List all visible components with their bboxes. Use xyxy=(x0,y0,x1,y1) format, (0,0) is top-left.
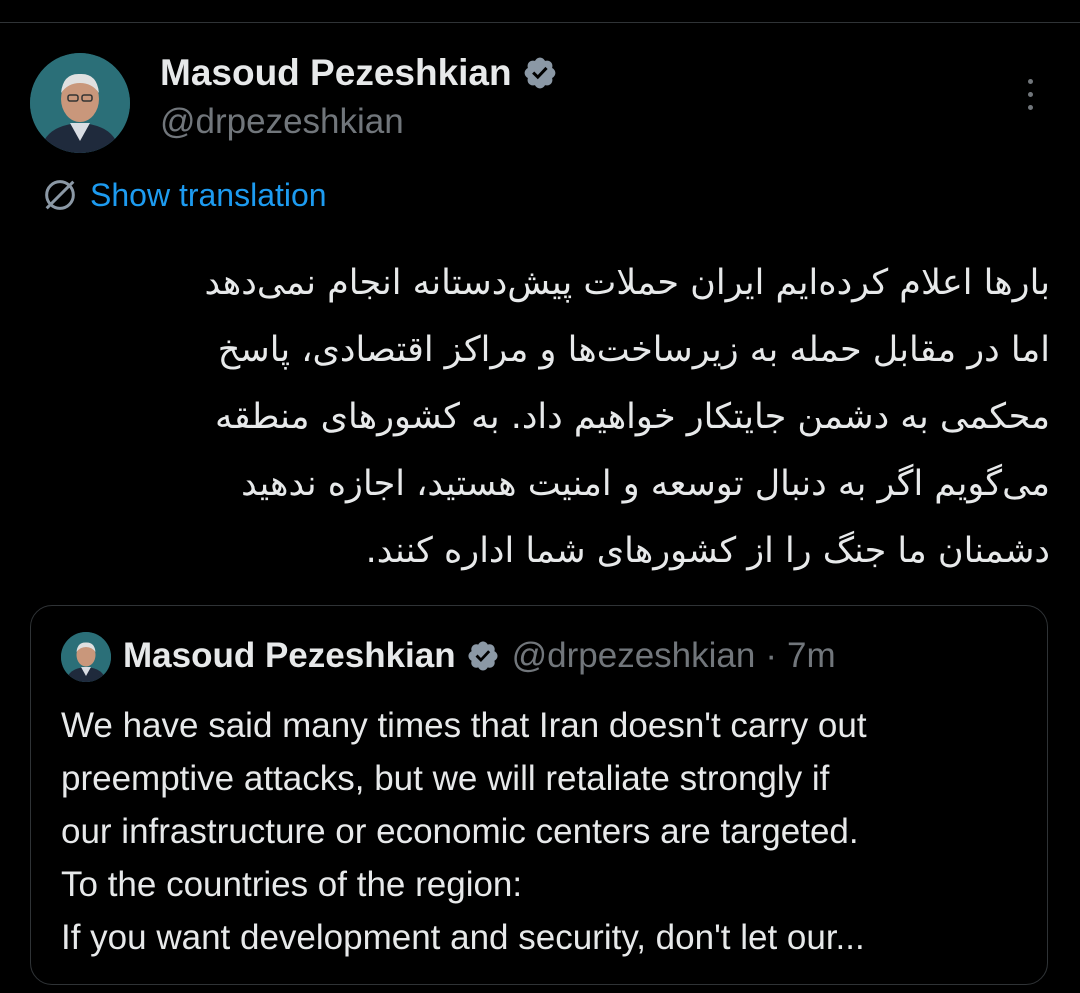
author-handle[interactable]: @drpezeshkian xyxy=(160,102,404,142)
verified-badge-icon xyxy=(524,57,555,89)
post-text-line: دشمنان ما جنگ را از کشورهای شما اداره کن… xyxy=(365,531,1050,571)
avatar-portrait xyxy=(30,53,130,153)
show-translation-button[interactable]: Show translation xyxy=(40,175,327,215)
top-divider xyxy=(0,0,1080,23)
verified-badge-icon xyxy=(468,641,498,671)
post-text-line: بارها اعلام کرده‌ایم ایران حملات پیش‌دست… xyxy=(204,263,1050,303)
quoted-post-header: Masoud Pezeshkian @drpezeshkian · 7m xyxy=(123,636,836,676)
post-text: بارها اعلام کرده‌ایم ایران حملات پیش‌دست… xyxy=(40,250,1050,585)
quoted-text-line: preemptive attacks, but we will retaliat… xyxy=(61,759,830,798)
quoted-author-handle[interactable]: @drpezeshkian xyxy=(512,636,756,676)
post-text-line: محکمی به دشمن جایتکار خواهیم داد. به کشو… xyxy=(214,397,1050,437)
quoted-post-card[interactable]: Masoud Pezeshkian @drpezeshkian · 7m We … xyxy=(30,605,1048,985)
quoted-text-line: To the countries of the region: xyxy=(61,865,523,904)
quoted-text-line: our infrastructure or economic centers a… xyxy=(61,812,859,851)
post-text-line: می‌گویم اگر به دنبال توسعه و امنیت هستید… xyxy=(241,464,1050,504)
quoted-text-line: If you want development and security, do… xyxy=(61,918,865,957)
meta-separator: · xyxy=(765,636,777,675)
quoted-text-line: We have said many times that Iran doesn'… xyxy=(61,706,867,745)
quoted-author-name[interactable]: Masoud Pezeshkian xyxy=(123,636,456,676)
author-avatar[interactable] xyxy=(30,53,130,153)
quoted-avatar-portrait xyxy=(61,632,111,682)
quoted-post-time[interactable]: 7m xyxy=(787,636,836,676)
author-name[interactable]: Masoud Pezeshkian xyxy=(160,52,512,94)
post-text-line: اما در مقابل حمله به زیرساخت‌ها و مراکز … xyxy=(217,330,1050,370)
author-name-row[interactable]: Masoud Pezeshkian xyxy=(160,52,558,94)
quoted-post-text: We have said many times that Iran doesn'… xyxy=(61,699,1036,964)
show-translation-label[interactable]: Show translation xyxy=(90,177,327,214)
globe-translate-icon xyxy=(45,180,75,210)
more-options-icon[interactable] xyxy=(1012,74,1048,114)
quoted-author-avatar[interactable] xyxy=(61,632,111,682)
